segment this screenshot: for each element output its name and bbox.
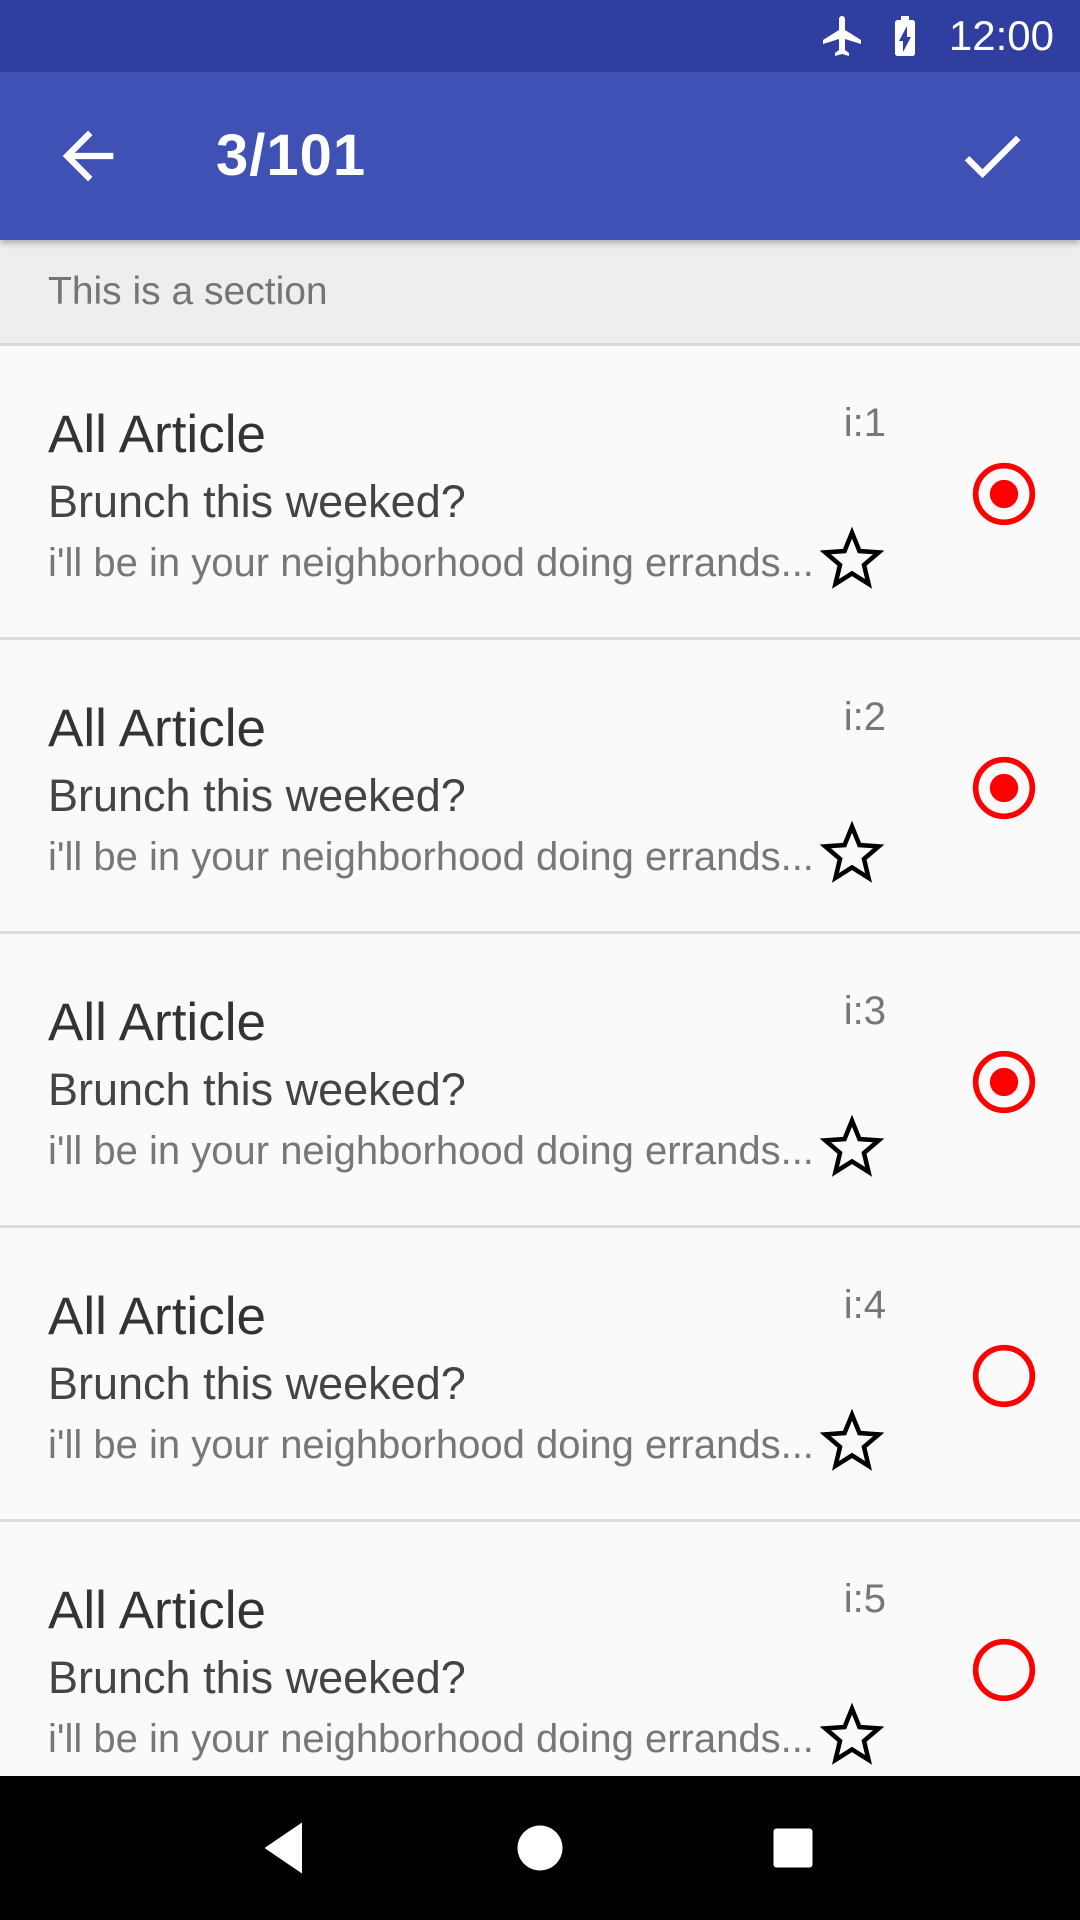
status-time: 12:00 — [948, 12, 1054, 59]
radio-unselected-icon[interactable] — [970, 1636, 1038, 1704]
item-index: i:2 — [843, 695, 886, 739]
item-snippet: i'll be in your neighborhood doing erran… — [48, 1423, 814, 1467]
arrow-back-icon[interactable] — [50, 118, 126, 194]
battery-charging-icon — [881, 12, 929, 60]
item-snippet: i'll be in your neighborhood doing erran… — [48, 1129, 814, 1173]
nav-home-icon[interactable] — [504, 1812, 576, 1884]
item-index: i:5 — [843, 1577, 886, 1621]
nav-recents-icon[interactable] — [757, 1812, 829, 1884]
list-item[interactable]: All Article Brunch this weeked? i'll be … — [0, 640, 1080, 934]
page-title: 3/101 — [216, 123, 367, 188]
item-subject: Brunch this weeked? — [48, 1652, 466, 1703]
list-item[interactable]: All Article Brunch this weeked? i'll be … — [0, 934, 1080, 1228]
item-title: All Article — [48, 1287, 266, 1346]
app-bar: 3/101 — [0, 72, 1080, 240]
item-title: All Article — [48, 405, 266, 464]
article-list: All Article Brunch this weeked? i'll be … — [0, 346, 1080, 1776]
item-index: i:4 — [843, 1283, 886, 1327]
item-snippet: i'll be in your neighborhood doing erran… — [48, 1717, 814, 1761]
item-index: i:1 — [843, 401, 886, 445]
item-snippet: i'll be in your neighborhood doing erran… — [48, 541, 814, 585]
item-snippet: i'll be in your neighborhood doing erran… — [48, 835, 814, 879]
radio-selected-icon[interactable] — [970, 460, 1038, 528]
star-icon[interactable] — [820, 526, 884, 590]
item-index: i:3 — [843, 989, 886, 1033]
star-icon[interactable] — [820, 1702, 884, 1766]
radio-selected-icon[interactable] — [970, 1048, 1038, 1116]
radio-unselected-icon[interactable] — [970, 1342, 1038, 1410]
airplane-mode-icon — [819, 12, 867, 60]
item-subject: Brunch this weeked? — [48, 770, 466, 821]
navigation-bar — [0, 1776, 1080, 1920]
item-title: All Article — [48, 993, 266, 1052]
list-item[interactable]: All Article Brunch this weeked? i'll be … — [0, 1228, 1080, 1522]
section-label: This is a section — [48, 270, 328, 313]
status-bar: 12:00 — [0, 0, 1080, 72]
item-title: All Article — [48, 699, 266, 758]
item-subject: Brunch this weeked? — [48, 1358, 466, 1409]
star-icon[interactable] — [820, 1408, 884, 1472]
section-header: This is a section — [0, 240, 1080, 346]
nav-back-icon[interactable] — [251, 1812, 323, 1884]
star-icon[interactable] — [820, 1114, 884, 1178]
check-icon[interactable] — [954, 118, 1030, 194]
radio-selected-icon[interactable] — [970, 754, 1038, 822]
list-item[interactable]: All Article Brunch this weeked? i'll be … — [0, 1522, 1080, 1776]
item-subject: Brunch this weeked? — [48, 1064, 466, 1115]
star-icon[interactable] — [820, 820, 884, 884]
item-title: All Article — [48, 1581, 266, 1640]
list-item[interactable]: All Article Brunch this weeked? i'll be … — [0, 346, 1080, 640]
item-subject: Brunch this weeked? — [48, 476, 466, 527]
